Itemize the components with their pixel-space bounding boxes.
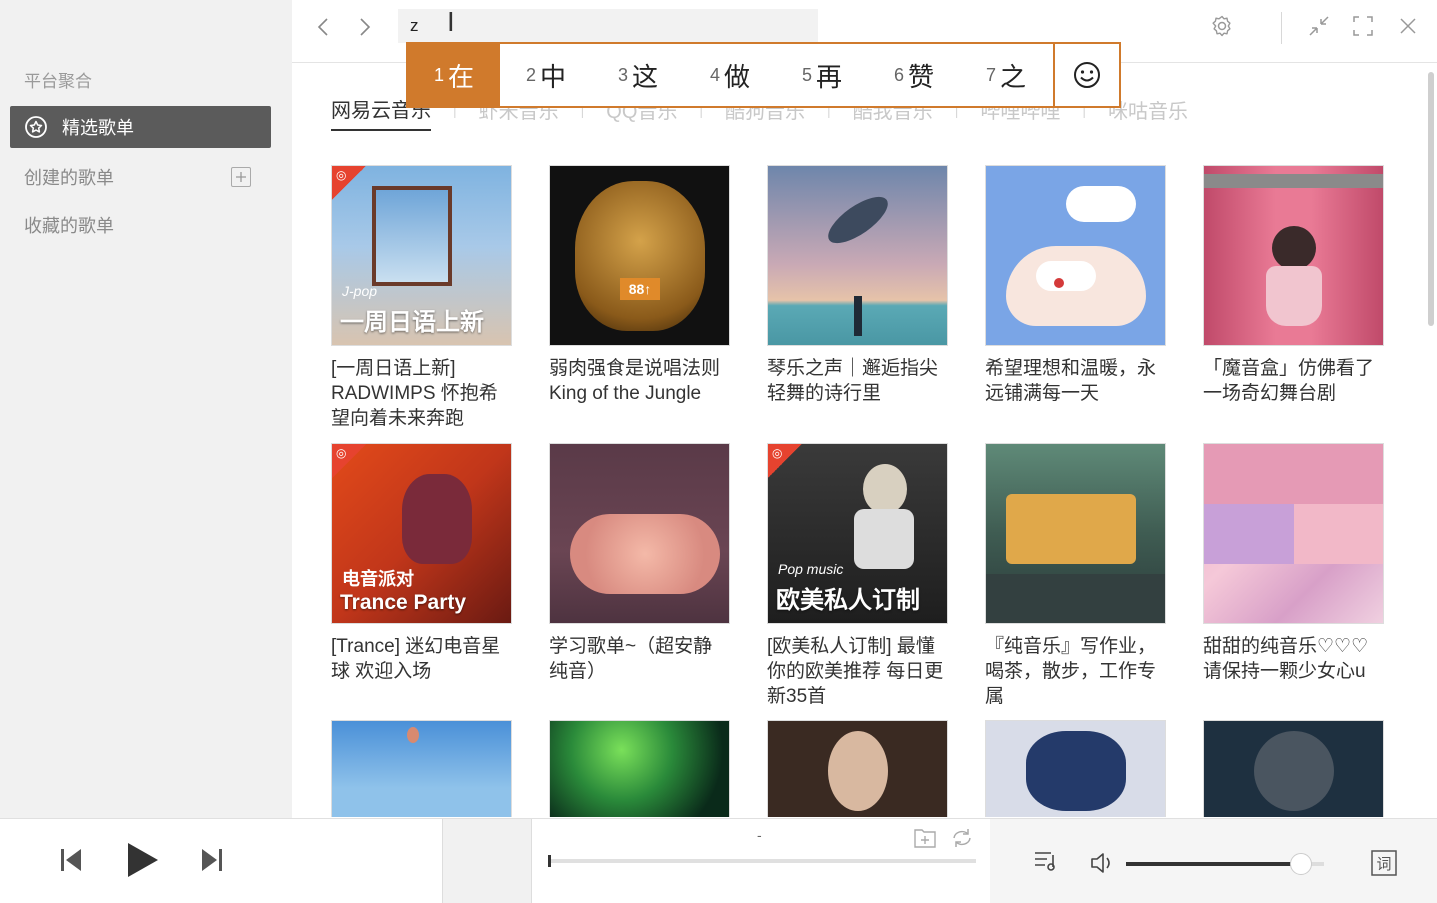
ime-candidate-bar: 1在 2中 3这 4做 5再 6赞 7之 (406, 42, 1121, 108)
playlist-card[interactable]: 学习歌单~（超安静纯音） (549, 443, 730, 684)
progress-bar[interactable] (548, 855, 976, 867)
playlist-cover[interactable] (985, 720, 1166, 817)
playlist-card[interactable]: 甜甜的纯音乐♡♡♡请保持一颗少女心u (1203, 443, 1384, 684)
playlist-cover[interactable] (767, 720, 948, 817)
close-icon[interactable] (1395, 13, 1421, 39)
playlist-card[interactable] (1203, 720, 1384, 817)
sidebar-item-created-playlists[interactable]: 创建的歌单 (10, 156, 271, 198)
divider (1281, 12, 1282, 44)
svg-text:词: 词 (1376, 855, 1391, 873)
lyrics-icon[interactable]: 词 (1370, 849, 1398, 877)
repeat-icon[interactable] (950, 827, 974, 849)
ime-candidate[interactable]: 2中 (500, 44, 592, 106)
progress-handle[interactable] (548, 855, 551, 867)
add-playlist-icon[interactable] (231, 167, 251, 187)
playlist-title[interactable]: 学习歌单~（超安静纯音） (549, 634, 730, 684)
volume-fill (1126, 862, 1301, 866)
volume-knob[interactable] (1289, 853, 1312, 875)
search-input[interactable] (398, 9, 818, 43)
playlist-card[interactable]: 琴乐之声｜邂逅指尖轻舞的诗行里 (767, 165, 948, 406)
playlist-cover[interactable] (1203, 165, 1384, 346)
album-art[interactable] (442, 819, 532, 903)
next-track-icon[interactable] (199, 845, 225, 875)
track-title: - (757, 827, 762, 843)
playlist-cover[interactable] (767, 165, 948, 346)
back-arrow-icon[interactable] (312, 14, 334, 40)
sidebar-item-favorite-playlists[interactable]: 收藏的歌单 (10, 204, 271, 246)
ime-candidate[interactable]: 6赞 (868, 44, 960, 106)
ime-candidate[interactable]: 3这 (592, 44, 684, 106)
forward-arrow-icon[interactable] (354, 14, 376, 40)
playlist-card[interactable] (985, 720, 1166, 817)
add-to-playlist-icon[interactable] (913, 827, 937, 849)
section-label-platform: 平台聚合 (24, 72, 92, 91)
ime-candidate[interactable]: 1在 (408, 44, 500, 106)
scrollbar[interactable] (1428, 72, 1434, 326)
ime-candidate[interactable]: 4做 (684, 44, 776, 106)
playlist-queue-icon[interactable] (1033, 849, 1059, 873)
volume-slider[interactable] (1126, 853, 1324, 875)
sidebar-item-label: 收藏的歌单 (24, 216, 114, 236)
sidebar: 平台聚合 精选歌单 创建的歌单 收藏的歌单 (0, 0, 292, 818)
playlist-cover[interactable] (985, 443, 1166, 624)
playlist-cover[interactable] (985, 165, 1166, 346)
emoji-icon[interactable] (1053, 44, 1119, 106)
playlist-card[interactable] (331, 720, 512, 817)
netease-badge-icon: ◎ (332, 444, 366, 478)
playlist-card[interactable]: 希望理想和温暖，永远铺满每一天 (985, 165, 1166, 406)
playlist-card[interactable]: 88↑ 弱肉强食是说唱法则 King of the Jungle (549, 165, 730, 406)
ime-candidate[interactable]: 7之 (960, 44, 1052, 106)
playlist-cover[interactable] (549, 443, 730, 624)
playlist-card[interactable] (549, 720, 730, 817)
netease-badge-icon: ◎ (332, 166, 366, 200)
playlist-title[interactable]: [Trance] 迷幻电音星球 欢迎入场 (331, 634, 512, 684)
playlist-title[interactable]: 『纯音乐』写作业，喝茶，散步，工作专属 (985, 634, 1166, 709)
playlist-title[interactable]: [一周日语上新] RADWIMPS 怀抱希望向着未来奔跑 (331, 356, 512, 431)
playlist-cover[interactable] (1203, 720, 1384, 817)
ime-candidate[interactable]: 5再 (776, 44, 868, 106)
playlist-card[interactable]: ◎ J-pop 一周日语上新 [一周日语上新] RADWIMPS 怀抱希望向着未… (331, 165, 512, 431)
playlist-cover[interactable] (331, 720, 512, 817)
gear-icon[interactable] (1209, 13, 1235, 39)
playlist-cover[interactable]: ◎ 电音派对 Trance Party (331, 443, 512, 624)
sidebar-item-label: 精选歌单 (62, 118, 134, 138)
playlist-card[interactable]: ◎ Pop music 欧美私人订制 [欧美私人订制] 最懂你的欧美推荐 每日更… (767, 443, 948, 709)
netease-badge-icon: ◎ (768, 444, 802, 478)
playlist-title[interactable]: 甜甜的纯音乐♡♡♡请保持一颗少女心u (1203, 634, 1384, 684)
playlist-cover[interactable] (549, 720, 730, 817)
playlist-card[interactable] (767, 720, 948, 817)
playlist-card[interactable]: ◎ 电音派对 Trance Party [Trance] 迷幻电音星球 欢迎入场 (331, 443, 512, 684)
playlist-cover[interactable]: ◎ J-pop 一周日语上新 (331, 165, 512, 346)
fullscreen-icon[interactable] (1350, 13, 1376, 39)
playlist-title[interactable]: 「魔音盒」仿佛看了一场奇幻舞台剧 (1203, 356, 1384, 406)
previous-track-icon[interactable] (58, 845, 84, 875)
playlist-cover[interactable]: 88↑ (549, 165, 730, 346)
playlist-cover[interactable] (1203, 443, 1384, 624)
volume-icon[interactable] (1089, 851, 1115, 875)
playlist-title[interactable]: 琴乐之声｜邂逅指尖轻舞的诗行里 (767, 356, 948, 406)
sidebar-item-label: 创建的歌单 (24, 168, 114, 188)
playlist-cover[interactable]: ◎ Pop music 欧美私人订制 (767, 443, 948, 624)
playlist-card[interactable]: 『纯音乐』写作业，喝茶，散步，工作专属 (985, 443, 1166, 709)
play-icon[interactable] (124, 841, 160, 879)
playlist-card[interactable]: 「魔音盒」仿佛看了一场奇幻舞台剧 (1203, 165, 1384, 406)
star-icon (24, 115, 48, 139)
text-cursor-icon: I (447, 8, 455, 38)
playlist-title[interactable]: [欧美私人订制] 最懂你的欧美推荐 每日更新35首 (767, 634, 948, 709)
player-bar: - 词 (0, 818, 1437, 903)
minimize-icon[interactable] (1306, 13, 1332, 39)
sidebar-item-featured-playlists[interactable]: 精选歌单 (10, 106, 271, 148)
playlist-title[interactable]: 希望理想和温暖，永远铺满每一天 (985, 356, 1166, 406)
playlist-title[interactable]: 弱肉强食是说唱法则 King of the Jungle (549, 356, 730, 406)
